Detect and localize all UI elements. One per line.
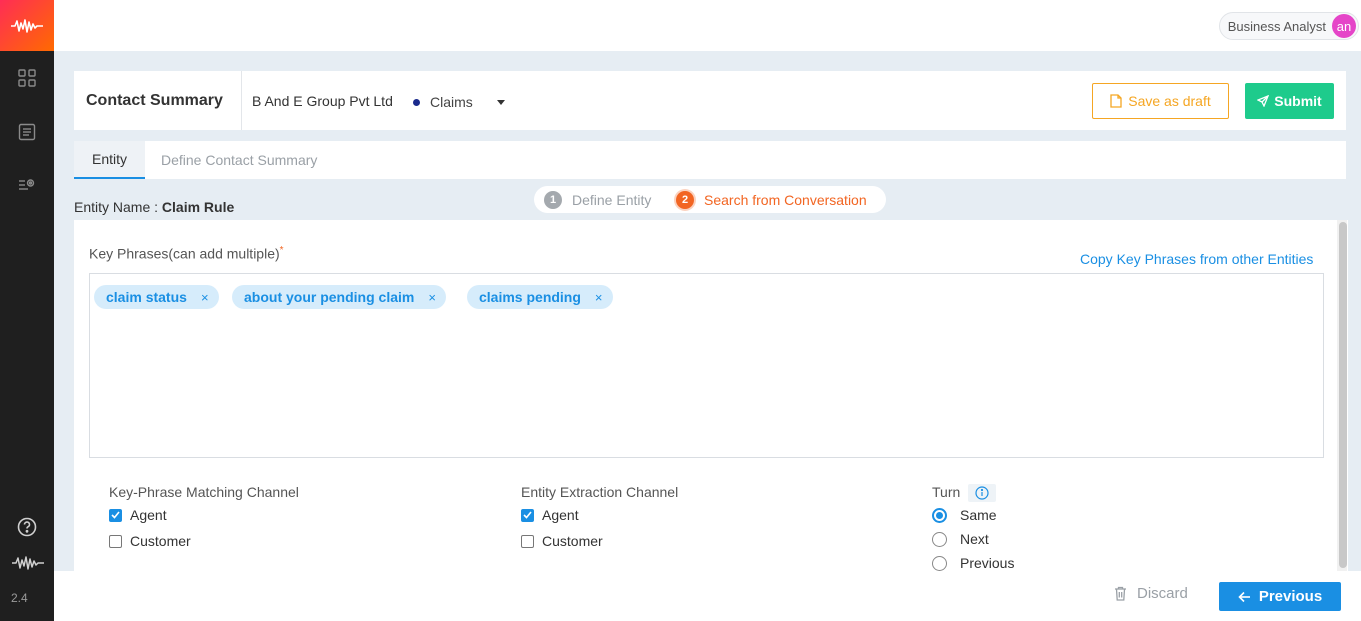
key-phrase-chip: claim status × [94,285,219,309]
checkbox[interactable] [109,534,122,548]
top-bar: Business Analyst an [54,0,1361,51]
file-icon [1110,94,1122,108]
key-phrases-label: Key Phrases(can add multiple)* [89,245,284,262]
option-label: Agent [130,507,167,523]
footer-bar: Discard Previous [54,571,1361,621]
turn-next-option[interactable]: Next [932,531,989,547]
previous-button[interactable]: Previous [1219,582,1341,611]
submit-label: Submit [1274,93,1322,109]
entity-name-label: Entity Name : [74,199,159,215]
arrow-left-icon [1238,591,1250,602]
discard-button[interactable]: Discard [1114,585,1188,602]
extraction-channel-title: Entity Extraction Channel [521,484,679,500]
submit-button[interactable]: Submit [1245,83,1334,119]
turn-same-option[interactable]: Same [932,507,997,523]
step-number: 1 [544,190,562,209]
radio[interactable] [932,531,947,547]
divider [241,71,242,130]
page-title: Contact Summary [86,92,223,109]
user-role-menu[interactable]: Business Analyst an [1218,12,1359,40]
matching-channel-title: Key-Phrase Matching Channel [109,484,299,500]
help-circle-icon[interactable] [16,516,38,538]
tab-define-contact-summary[interactable]: Define Contact Summary [161,141,317,179]
option-label: Agent [542,507,579,523]
extraction-customer-option[interactable]: Customer [521,533,603,549]
option-label: Next [960,531,989,547]
matching-agent-option[interactable]: Agent [109,507,167,523]
chip-label: claims pending [479,289,581,305]
checkbox-checked[interactable] [109,508,122,522]
option-label: Previous [960,555,1015,571]
turn-previous-option[interactable]: Previous [932,555,1014,571]
waveform-icon [11,553,45,573]
save-draft-button[interactable]: Save as draft [1092,83,1229,119]
checkbox[interactable] [521,534,534,548]
chevron-down-icon[interactable] [497,100,505,105]
required-mark: * [279,245,284,256]
step-number: 2 [676,190,694,209]
settings-list-icon[interactable] [17,175,37,195]
tab-entity[interactable]: Entity [74,141,145,179]
step-search-from-conversation[interactable]: 2 Search from Conversation [676,190,867,209]
avatar: an [1332,14,1356,38]
company-name: B And E Group Pvt Ltd [252,93,393,109]
sidebar: 2.4 [0,0,54,621]
option-label: Customer [542,533,603,549]
turn-title: Turn [932,484,997,503]
copy-key-phrases-link[interactable]: Copy Key Phrases from other Entities [1080,251,1313,267]
tab-bar: Entity Define Contact Summary [74,141,1346,179]
header-card: Contact Summary B And E Group Pvt Ltd Cl… [74,71,1346,130]
key-phrase-chip: claims pending × [467,285,613,309]
option-label: Same [960,507,997,523]
previous-label: Previous [1258,588,1323,605]
chip-label: about your pending claim [244,289,415,305]
user-role-label: Business Analyst [1227,18,1326,34]
radio[interactable] [932,555,947,571]
checkbox-checked[interactable] [521,508,534,522]
stepper: 1 Define Entity 2 Search from Conversati… [534,186,886,213]
key-phrase-chip: about your pending claim × [232,285,446,309]
step-define-entity[interactable]: 1 Define Entity [544,190,652,209]
chip-label: claim status [106,289,187,305]
extraction-agent-option[interactable]: Agent [521,507,579,523]
radio-checked[interactable] [932,507,947,523]
save-draft-label: Save as draft [1128,93,1211,109]
document-list-icon[interactable] [17,122,37,142]
step-label: Define Entity [572,191,652,208]
info-icon[interactable] [968,484,997,503]
grid-icon[interactable] [17,68,37,88]
close-icon[interactable]: × [201,290,209,305]
send-icon [1257,95,1270,107]
category-dot-icon [413,99,420,106]
entity-name: Entity Name : Claim Rule [74,199,234,215]
close-icon[interactable]: × [428,290,436,305]
version-label: 2.4 [11,591,28,605]
close-icon[interactable]: × [595,290,603,305]
discard-label: Discard [1137,585,1188,602]
entity-name-value: Claim Rule [161,199,235,215]
matching-customer-option[interactable]: Customer [109,533,191,549]
waveform-logo-icon[interactable] [0,0,54,51]
category-select[interactable]: Claims [430,94,473,110]
scrollbar-thumb[interactable] [1339,222,1347,568]
option-label: Customer [130,533,191,549]
trash-icon [1115,586,1126,601]
step-label: Search from Conversation [704,191,867,208]
